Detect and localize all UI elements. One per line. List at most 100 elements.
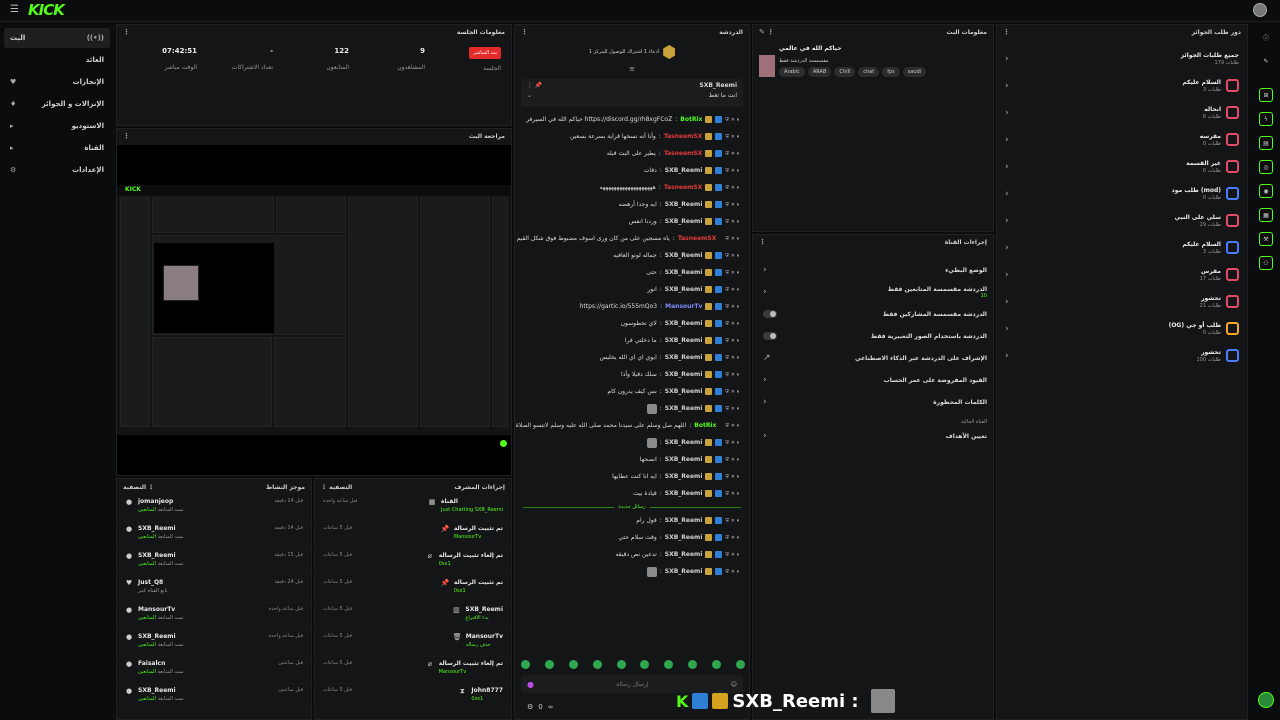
activity-row[interactable]: ● SXB_Reemi تمت المتابعة المتابعين قبل ساعت… (117, 684, 311, 711)
chat-username[interactable]: SXB_Reemi (665, 218, 703, 225)
chevron-right-icon[interactable]: › (763, 287, 767, 297)
chat-username[interactable]: TasneemSX (664, 150, 703, 157)
chat-message[interactable]: حتى : SXB_Reemi ⛨ ✕ ⏸ (515, 264, 749, 281)
mod-tools[interactable]: ⛨ ✕ ⏸ (725, 491, 739, 497)
sidebar-item-6[interactable]: ⚙ الإعدادات (4, 160, 110, 180)
chevron-right-icon[interactable]: › (1005, 351, 1009, 361)
reward-item[interactable]: › سلي على النبي طلبات 29 (997, 207, 1247, 234)
chat-message[interactable]: جماله لونو العافيه : SXB_Reemi ⛨ ✕ ⏸ (515, 247, 749, 264)
chevron-right-icon[interactable]: › (1005, 81, 1009, 91)
reward-item[interactable]: › السلام عليكم طلبات 3 (997, 234, 1247, 261)
chevron-right-icon[interactable]: › (763, 375, 767, 385)
emote-button[interactable] (688, 660, 698, 669)
channel-action-row[interactable]: › الكلمات المحظورة (753, 391, 993, 413)
mod-tools[interactable]: ⛨ ✕ ⏸ (725, 253, 739, 259)
chevron-right-icon[interactable]: › (1005, 135, 1009, 145)
chevron-right-icon[interactable]: › (763, 265, 767, 275)
chat-username[interactable]: SXB_Reemi (665, 473, 703, 480)
user-avatar[interactable] (1253, 3, 1267, 17)
bolt-icon[interactable]: ϟ (1259, 112, 1273, 126)
channel-action-row[interactable]: الدردشة باستخدام الصور التعبيرية فقط (753, 325, 993, 347)
sidebar-item-0[interactable]: البث ((•)) (4, 28, 110, 48)
chat-username[interactable]: SXB_Reemi (665, 551, 703, 558)
reward-item[interactable]: › مقرس طلبات 17 (997, 261, 1247, 288)
sidebar-item-2[interactable]: ♥ الإنجازات (4, 72, 110, 92)
chat-message[interactable]: ايه وجدا أرهضه : SXB_Reemi ⛨ ✕ ⏸ (515, 196, 749, 213)
filter-button[interactable]: ⋮ التصفية (321, 484, 352, 491)
chat-message[interactable]: ايه انا كنت عطايها : SXB_Reemi ⛨ ✕ ⏸ (515, 468, 749, 485)
help-button[interactable] (1258, 692, 1274, 708)
stream-tag[interactable]: Chill (834, 67, 856, 77)
emote-button[interactable] (640, 660, 650, 669)
more-icon[interactable]: ⋮ (123, 132, 130, 140)
chevron-right-icon[interactable]: › (1005, 54, 1009, 64)
chevron-right-icon[interactable]: › (1005, 324, 1009, 334)
mod-tools[interactable]: ⛨ ✕ ⏸ (725, 474, 739, 480)
mod-tools[interactable]: ⛨ ✕ ⏸ (725, 270, 739, 276)
expand-icon[interactable]: ≡ (515, 65, 749, 73)
chat-username[interactable]: SXB_Reemi (665, 320, 703, 327)
chat-message[interactable]: دقات : SXB_Reemi ⛨ ✕ ⏸ (515, 162, 749, 179)
chevron-right-icon[interactable]: › (1005, 243, 1009, 253)
doc-icon[interactable]: ▤ (1259, 136, 1273, 150)
emote-bar[interactable] (521, 660, 745, 669)
menu-icon[interactable]: ☰ (10, 4, 19, 15)
external-link-icon[interactable]: ↗ (763, 353, 771, 363)
stream-tag[interactable]: ARAB (807, 67, 832, 77)
mod-tools[interactable]: ⛨ ✕ ⏸ (725, 338, 739, 344)
chat-username[interactable]: TasneemSX (664, 133, 703, 140)
toggle-switch[interactable] (763, 310, 777, 318)
filter-button[interactable]: التصفية ⋮ (123, 484, 154, 491)
mod-tools[interactable]: ⛨ ✕ ⏸ (725, 423, 739, 429)
reward-item[interactable]: › جميع طلبات الجوائز طلبات 179 (997, 45, 1247, 72)
chat-message[interactable]: https://gartic.io/555mQo3 : MansourTv ⛨ ✕ … (515, 298, 749, 315)
mod-tools[interactable]: ⛨ ✕ ⏸ (725, 219, 739, 225)
mod-action-row[interactable]: قبل ساعة واحدة ▦ القناة Just Chatting SXB_R… (315, 495, 511, 522)
sidebar-item-3[interactable]: ♦ الإنزالات و الجوائز (4, 94, 110, 114)
chat-message[interactable]: : SXB_Reemi ⛨ ✕ ⏸ (515, 434, 749, 451)
mic-icon[interactable]: ● (527, 680, 534, 689)
sidebar-item-1[interactable]: العائد (4, 50, 110, 70)
chevron-right-icon[interactable]: › (1005, 108, 1009, 118)
calendar-icon[interactable]: ▦ (1259, 208, 1273, 222)
mod-tools[interactable]: ⛨ ✕ ⏸ (725, 440, 739, 446)
edit-icon[interactable]: ✎ ⋮ (759, 28, 774, 36)
more-icon[interactable]: ⋮ (521, 28, 528, 36)
mod-tools[interactable]: ⛨ ✕ ⏸ (725, 202, 739, 208)
chat-message[interactable]: وأنا أنه نسخها قراية بسرعة بسعين : Tasnee… (515, 128, 749, 145)
chat-message[interactable]: لاي تحطوسون : SXB_Reemi ⛨ ✕ ⏸ (515, 315, 749, 332)
mod-tools[interactable]: ⛨ ✕ ⏸ (725, 185, 739, 191)
chat-message[interactable]: انور : SXB_Reemi ⛨ ✕ ⏸ (515, 281, 749, 298)
chat-message[interactable]: ايوي اي اي الله يخليس : SXB_Reemi ⛨ ✕ ⏸ (515, 349, 749, 366)
video-player[interactable]: KICK (117, 145, 511, 475)
mod-tools[interactable]: ⛨ ✕ ⏸ (725, 134, 739, 140)
chat-username[interactable]: SXB_Reemi (665, 337, 703, 344)
reward-item[interactable]: › انحاله طلبات 6 (997, 99, 1247, 126)
chat-username[interactable]: SXB_Reemi (665, 568, 703, 575)
chat-message[interactable]: : SXB_Reemi ⛨ ✕ ⏸ (515, 400, 749, 417)
sidebar-item-4[interactable]: ▸ الاستوديو (4, 116, 110, 136)
sub-goal-banner[interactable]: ادعاء 1 اشتراك للوصول للمركز 1 (515, 39, 749, 65)
chevron-right-icon[interactable]: › (1005, 270, 1009, 280)
mod-tools[interactable]: ⛨ ✕ ⏸ (725, 321, 739, 327)
chat-username[interactable]: BotRix (694, 422, 716, 429)
chat-message[interactable]: حياكم الله في السيرفر https://discord.gg… (515, 111, 749, 128)
mod-action-row[interactable]: قبل 5 ساعات ⧗ John8777 0sx1 (315, 684, 511, 711)
emote-button[interactable] (544, 660, 554, 669)
chat-message[interactable]: ما دخلتي فرا : SXB_Reemi ⛨ ✕ ⏸ (515, 332, 749, 349)
reward-item[interactable]: › غير القسمة طلبات 0 (997, 153, 1247, 180)
info-icon[interactable]: ⓘ (1259, 30, 1273, 44)
chevron-right-icon[interactable]: › (1005, 216, 1009, 226)
chevron-right-icon[interactable]: › (763, 397, 767, 407)
mod-tools[interactable]: ⛨ ✕ ⏸ (725, 117, 739, 123)
reward-item[interactable]: › طلب مود (mod) طلبات 0 (997, 180, 1247, 207)
chat-username[interactable]: SXB_Reemi (665, 405, 703, 412)
mod-action-row[interactable]: قبل 5 ساعات ▥ SXB_Reemi بدء الاقتراع (315, 603, 511, 630)
chat-username[interactable]: SXB_Reemi (665, 286, 703, 293)
chat-message[interactable]: وردنا انفس : SXB_Reemi ⛨ ✕ ⏸ (515, 213, 749, 230)
chat-username[interactable]: SXB_Reemi (665, 252, 703, 259)
channel-action-row[interactable]: ↗ الإشراف على الدردشة عبر الذكاء الاصطناع… (753, 347, 993, 369)
chat-message[interactable]: سلك دقيلا وأذا : SXB_Reemi ⛨ ✕ ⏸ (515, 366, 749, 383)
mod-tools[interactable]: ⛨ ✕ ⏸ (725, 535, 739, 541)
more-icon[interactable]: ⋮ (123, 28, 130, 36)
